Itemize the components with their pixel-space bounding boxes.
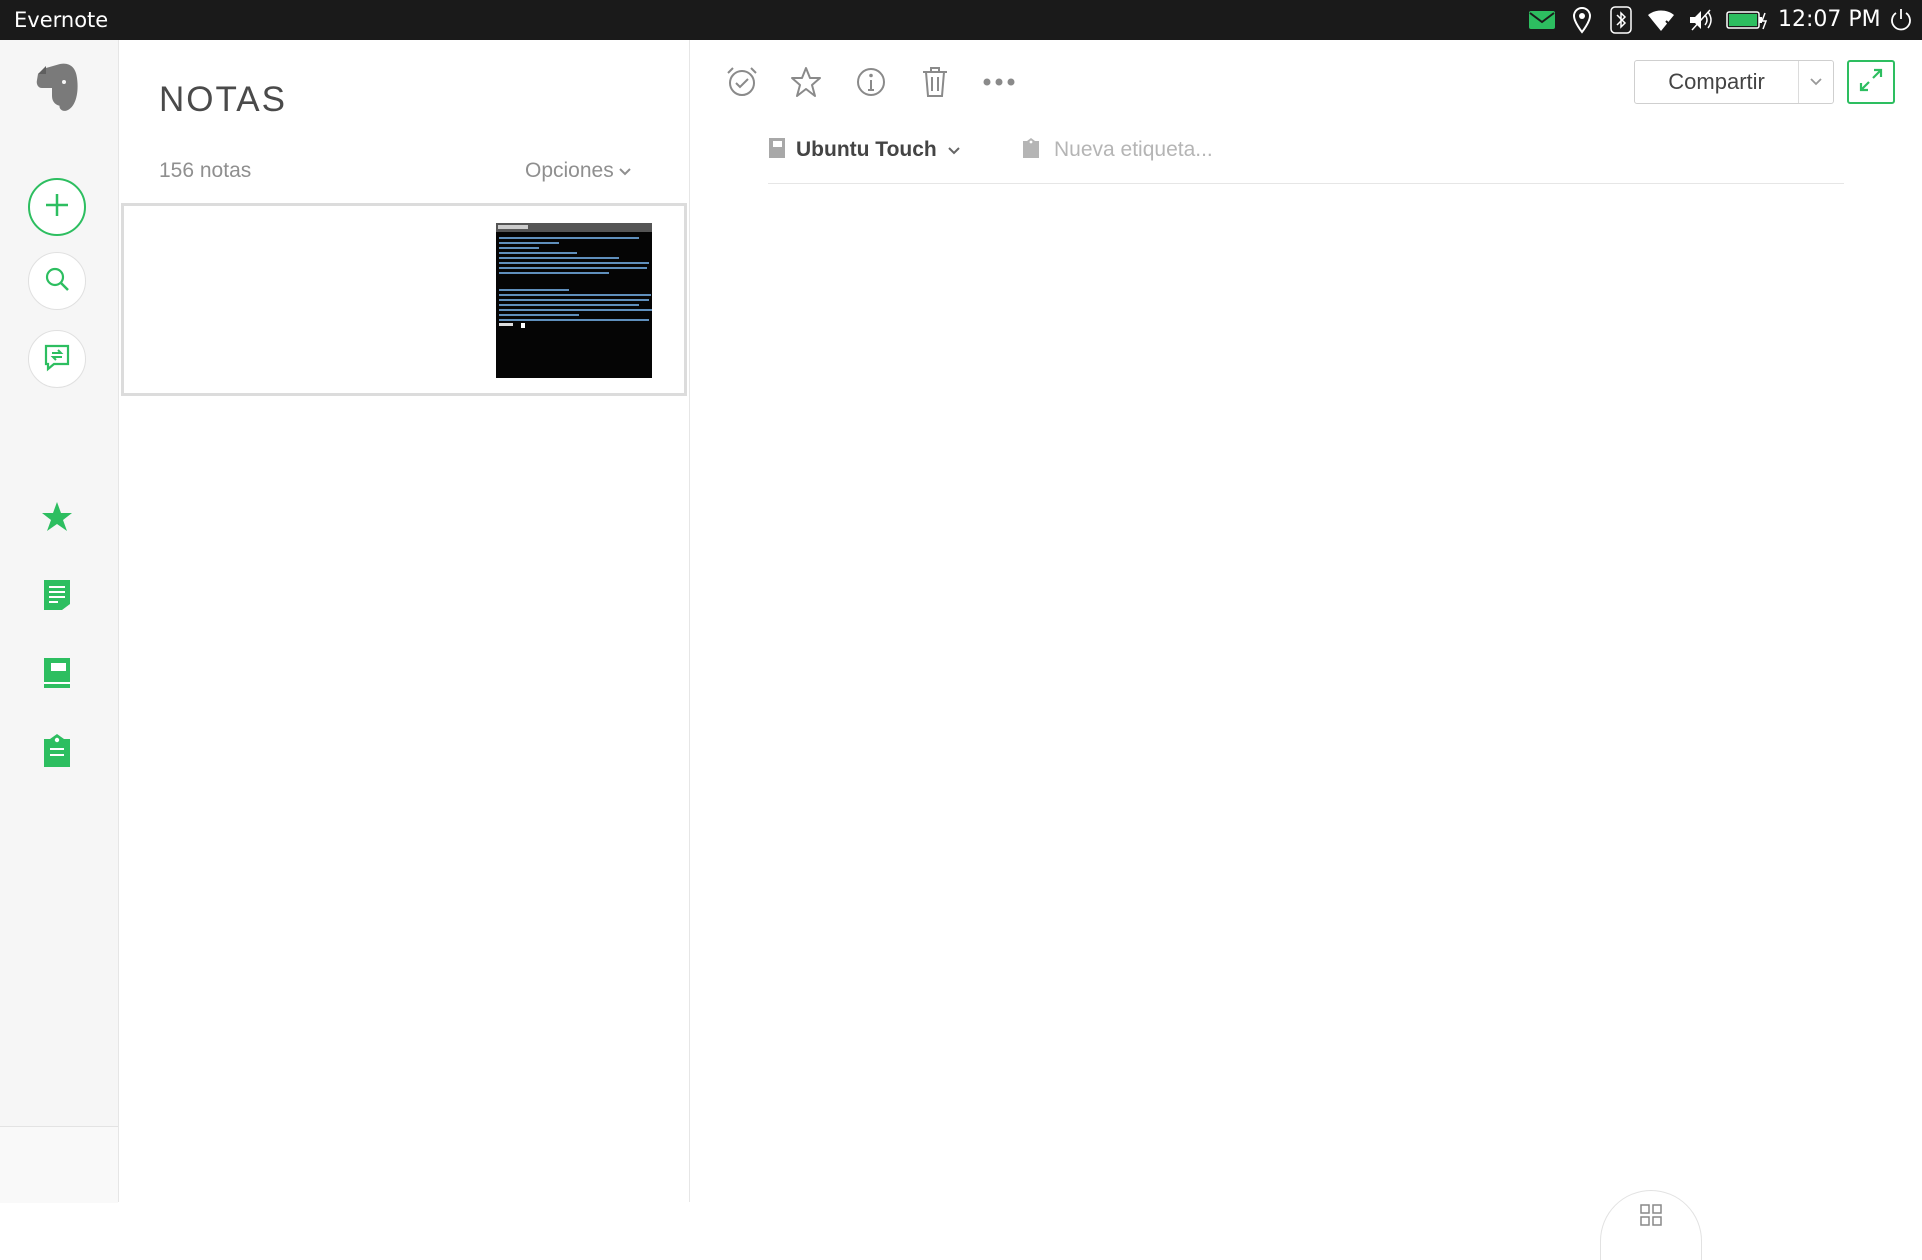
- note-count: 156 notas: [159, 159, 252, 182]
- options-label: Opciones: [525, 159, 614, 182]
- chevron-down-icon: [947, 141, 961, 160]
- shortcuts-star-icon[interactable]: [38, 498, 76, 536]
- wifi-icon[interactable]: [1646, 6, 1676, 34]
- share-label: Compartir: [1668, 69, 1765, 94]
- share-button[interactable]: Compartir: [1634, 60, 1834, 104]
- volume-muted-icon[interactable]: [1688, 6, 1714, 34]
- info-icon[interactable]: [851, 62, 891, 102]
- work-chat-icon: [42, 342, 72, 376]
- reminder-icon[interactable]: [722, 62, 762, 102]
- grid-icon: [1639, 1203, 1663, 1260]
- power-icon[interactable]: [1888, 6, 1914, 34]
- tag-input[interactable]: [1052, 137, 1316, 163]
- notebooks-icon[interactable]: [38, 654, 76, 692]
- notes-icon[interactable]: [38, 576, 76, 614]
- notebook-icon: [768, 137, 786, 163]
- search-icon: [42, 264, 72, 298]
- favorite-star-icon[interactable]: [786, 62, 826, 102]
- search-button[interactable]: [28, 252, 86, 310]
- expand-icon: [1857, 66, 1885, 98]
- chevron-down-icon: [618, 159, 632, 183]
- tag-icon: [1022, 137, 1040, 163]
- system-top-bar: Evernote 12:07 PM: [0, 0, 1922, 40]
- notebook-selector[interactable]: Ubuntu Touch: [768, 130, 961, 170]
- battery-charging-icon[interactable]: [1726, 6, 1768, 34]
- divider: [768, 183, 1844, 184]
- notebook-name: Ubuntu Touch: [796, 138, 937, 161]
- app-title: Evernote: [14, 8, 109, 32]
- work-chat-button[interactable]: [28, 330, 86, 388]
- bluetooth-icon[interactable]: [1610, 6, 1632, 34]
- clock[interactable]: 12:07 PM: [1778, 7, 1881, 32]
- sidebar-footer: [0, 1126, 118, 1203]
- note-metadata-row: Ubuntu Touch: [768, 130, 1868, 170]
- app-grid-handle[interactable]: [1600, 1190, 1702, 1260]
- terminal-screenshot-thumbnail: [496, 223, 652, 378]
- evernote-elephant-icon[interactable]: [32, 62, 82, 120]
- note-card[interactable]: [121, 203, 687, 396]
- more-icon[interactable]: [979, 62, 1019, 102]
- options-dropdown[interactable]: Opciones: [525, 159, 632, 183]
- page-title: NOTAS: [159, 80, 287, 119]
- share-options-chevron-icon[interactable]: [1798, 61, 1833, 103]
- note-editor: Compartir Ubuntu Touch: [690, 40, 1922, 1260]
- tag-field[interactable]: [1022, 130, 1316, 170]
- trash-icon[interactable]: [915, 62, 955, 102]
- new-note-button[interactable]: [28, 178, 86, 236]
- tags-icon[interactable]: [38, 732, 76, 770]
- note-list-panel: NOTAS 156 notas Opciones: [119, 40, 690, 1202]
- mail-icon[interactable]: [1528, 6, 1556, 34]
- expand-button[interactable]: [1847, 60, 1895, 104]
- sidebar-rail: [0, 40, 119, 1203]
- location-icon[interactable]: [1572, 6, 1592, 34]
- new-note-icon: [42, 190, 72, 224]
